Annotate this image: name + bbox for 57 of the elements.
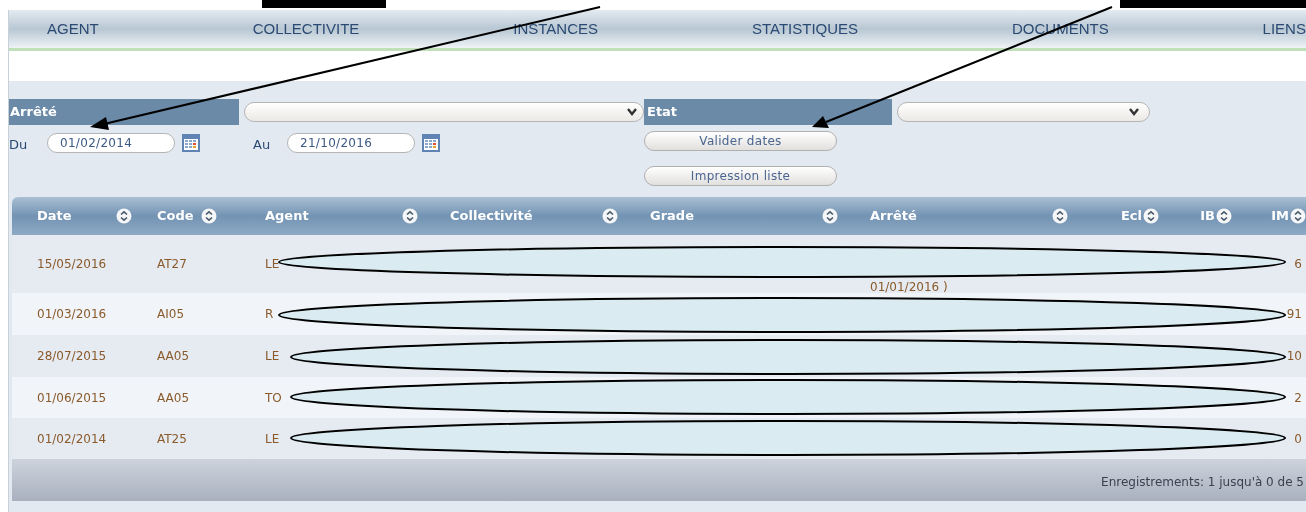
column-header[interactable]: Arrêté [860,197,1090,235]
table-cell: 01/02/2014 [37,431,107,446]
nav-link[interactable]: LIENS [1262,17,1306,41]
table-cell: AT27 [157,257,187,271]
table-cell: 0 [1294,431,1302,446]
calendar-icon[interactable] [421,133,441,153]
table-cell: R [265,307,274,321]
date-field[interactable]: 01/02/2014 [47,133,175,153]
date-label: Au [253,136,272,155]
table-cell: 6 [1294,257,1302,271]
nav-link[interactable]: STATISTIQUES [751,17,859,41]
table-cell: TO [265,390,282,405]
sort-icon[interactable] [201,208,217,224]
action-button[interactable]: Impression liste [644,166,837,186]
column-header[interactable]: Date [12,197,150,235]
column-header[interactable]: IB [1165,197,1240,235]
table-cell: 10 [1286,349,1302,363]
table-cell: AA05 [157,390,190,405]
sort-icon[interactable] [1143,208,1159,224]
table-cell: LE [265,431,280,446]
table-cell: AA05 [157,349,190,363]
table-cell: AT25 [157,431,187,446]
chevron-down-icon [627,108,637,116]
table-cell: 01/06/2015 [37,390,107,405]
table-cell: 91 [1286,307,1302,321]
table-cell: LE [265,349,280,363]
filter-label: Arrêté [9,99,239,125]
sort-icon[interactable] [1290,208,1306,224]
nav-link[interactable]: AGENT [47,17,99,41]
table-cell: 15/05/2016 [37,257,107,271]
action-button[interactable]: Valider dates [644,131,837,151]
chevron-down-icon [1129,108,1139,116]
sort-icon[interactable] [116,208,132,224]
table-cell: 01/03/2016 [37,307,107,321]
nav-link[interactable]: COLLECTIVITE [252,17,360,41]
calendar-icon[interactable] [181,133,201,153]
table-cell: LE [265,257,280,271]
table-cell: 01/01/2016 ) [870,280,948,294]
sort-icon[interactable] [402,208,418,224]
sort-icon[interactable] [1052,208,1068,224]
filter-label: Etat [644,99,892,125]
record-count: Enregistrements: 1 jusqu'à 0 de 5 [1101,474,1304,491]
column-header[interactable]: Code [150,197,255,235]
nav-link[interactable]: INSTANCES [513,17,598,41]
column-header[interactable]: Grade [640,197,860,235]
sort-icon[interactable] [602,208,618,224]
column-header[interactable]: Agent [255,197,440,235]
date-label: Du [9,136,29,155]
table-cell: AI05 [157,307,185,321]
table-cell: 28/07/2015 [37,349,107,363]
column-header[interactable]: Collectivité [440,197,640,235]
date-field[interactable]: 21/10/2016 [287,133,415,153]
sort-icon[interactable] [822,208,838,224]
column-header[interactable]: IM [1240,197,1306,235]
column-header[interactable]: Ecl [1090,197,1165,235]
table-cell: 2 [1294,390,1302,405]
sort-icon[interactable] [1216,208,1232,224]
